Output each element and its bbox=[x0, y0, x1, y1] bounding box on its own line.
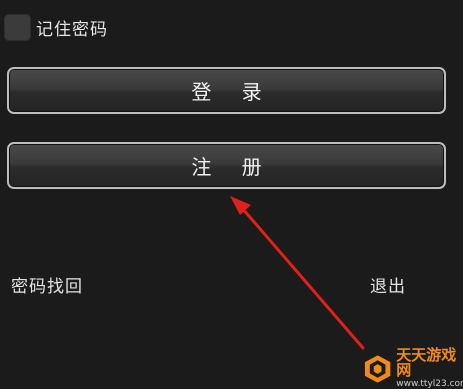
watermark-title: 天天游戏网 bbox=[396, 346, 457, 379]
annotation-arrow bbox=[230, 196, 365, 350]
watermark: 天天游戏网 www.ttyl23.com bbox=[362, 348, 463, 389]
watermark-logo-icon bbox=[364, 354, 391, 383]
